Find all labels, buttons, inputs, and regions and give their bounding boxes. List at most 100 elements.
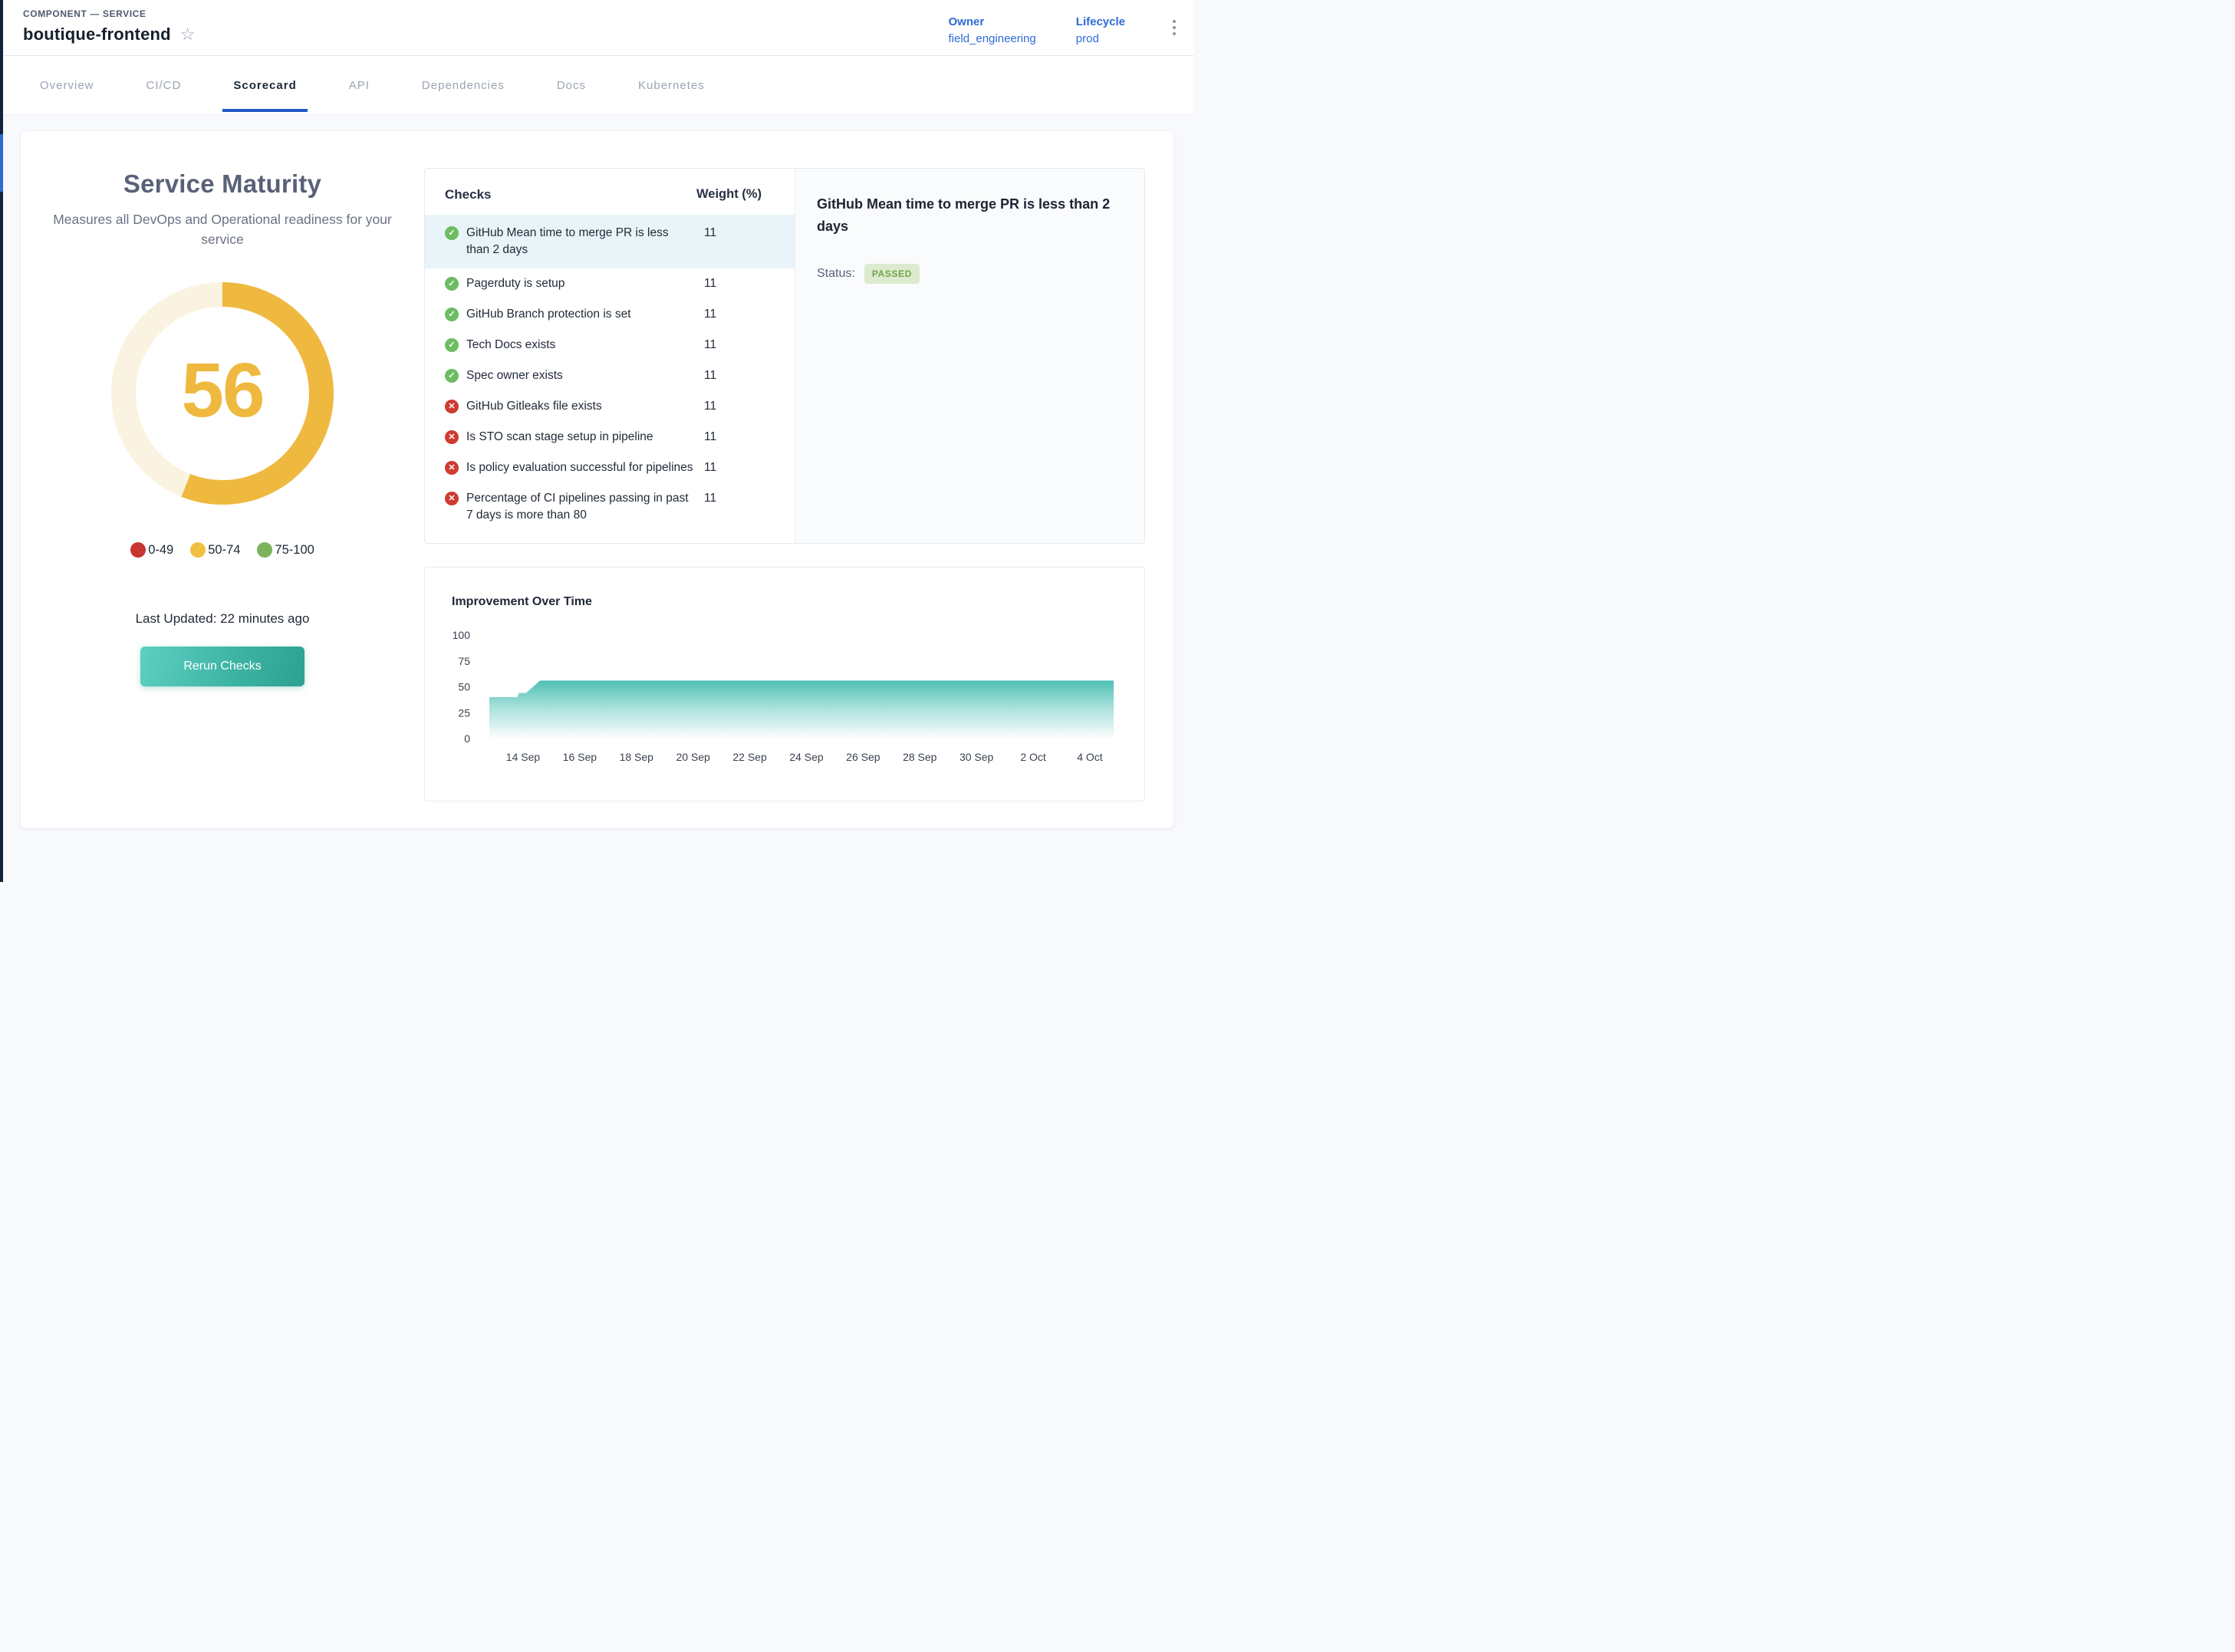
check-weight: 11 [704, 367, 787, 384]
status-label: Status: [817, 267, 855, 281]
score-legend: 0-49 50-74 75-100 [21, 542, 424, 558]
check-weight: 11 [704, 225, 787, 242]
maturity-donut-gauge: 56 [110, 281, 334, 505]
page-title: boutique-frontend [23, 25, 171, 44]
legend-item-75-100: 75-100 [257, 542, 314, 558]
tab-bar: Overview CI/CD Scorecard API Dependencies Doc… [0, 56, 1193, 114]
x-axis-tick-label: 20 Sep [676, 751, 710, 763]
check-weight: 11 [704, 275, 787, 292]
lifecycle-value[interactable]: prod [1076, 32, 1125, 45]
maturity-subtitle: Measures all DevOps and Operational read… [42, 209, 403, 249]
check-row[interactable]: ✓ GitHub Mean time to merge PR is less th… [425, 215, 795, 268]
meta-block-lifecycle: Lifecycle prod [1076, 15, 1125, 45]
x-axis-tick-label: 16 Sep [563, 751, 597, 763]
check-label: Is policy evaluation successful for pipe… [466, 459, 704, 476]
last-updated-text: Last Updated: 22 minutes ago [21, 611, 424, 627]
check-label: Tech Docs exists [466, 337, 704, 354]
lifecycle-label: Lifecycle [1076, 15, 1125, 28]
check-weight: 11 [704, 429, 787, 446]
y-axis-tick-label: 50 [458, 681, 470, 693]
check-row[interactable]: ✕ GitHub Gitleaks file exists11 [425, 391, 795, 422]
legend-dot-icon [257, 542, 272, 558]
rerun-checks-button[interactable]: Rerun Checks [140, 647, 304, 686]
x-axis-tick-label: 22 Sep [732, 751, 767, 763]
legend-dot-icon [130, 542, 146, 558]
tab-ci-cd[interactable]: CI/CD [136, 56, 193, 114]
legend-label: 0-49 [148, 543, 173, 558]
meta-block-owner: Owner field_engineering [949, 15, 1036, 45]
kebab-menu-icon[interactable] [1165, 15, 1183, 40]
tab-docs[interactable]: Docs [546, 56, 597, 114]
weight-column-header: Weight (%) [696, 187, 787, 202]
tab-dependencies[interactable]: Dependencies [411, 56, 515, 114]
y-axis-tick-label: 100 [453, 629, 471, 641]
check-label: Is STO scan stage setup in pipeline [466, 429, 704, 446]
legend-item-0-49: 0-49 [130, 542, 173, 558]
maturity-panel: Service Maturity Measures all DevOps and… [21, 131, 424, 828]
check-weight: 11 [704, 490, 787, 507]
check-detail-panel: GitHub Mean time to merge PR is less tha… [795, 169, 1144, 543]
x-axis-tick-label: 24 Sep [789, 751, 824, 763]
breadcrumb: COMPONENT — SERVICE [23, 8, 196, 19]
x-axis-tick-label: 2 Oct [1020, 751, 1046, 763]
check-passed-icon: ✓ [445, 226, 459, 240]
favorite-star-icon[interactable]: ☆ [180, 26, 196, 43]
check-passed-icon: ✓ [445, 277, 459, 291]
main-content: Service Maturity Measures all DevOps and… [0, 114, 1193, 828]
tab-scorecard[interactable]: Scorecard [222, 56, 307, 114]
check-failed-icon: ✕ [445, 461, 459, 475]
check-passed-icon: ✓ [445, 338, 459, 352]
check-detail-title: GitHub Mean time to merge PR is less tha… [817, 193, 1123, 238]
rail-scroll-indicator[interactable] [0, 134, 3, 192]
check-weight: 11 [704, 337, 787, 354]
check-failed-icon: ✕ [445, 430, 459, 444]
check-row[interactable]: ✕ Is STO scan stage setup in pipeline11 [425, 422, 795, 452]
legend-item-50-74: 50-74 [190, 542, 240, 558]
check-failed-icon: ✕ [445, 492, 459, 505]
check-weight: 11 [704, 306, 787, 323]
area-series-maturity-score [489, 680, 1114, 739]
checks-list-header: Checks Weight (%) [425, 187, 795, 215]
improvement-chart-box: Improvement Over Time 025507510014 Sep16… [424, 567, 1145, 801]
y-axis-tick-label: 25 [458, 706, 470, 719]
check-row[interactable]: ✓ Pagerduty is setup11 [425, 268, 795, 299]
x-axis-tick-label: 26 Sep [846, 751, 881, 763]
y-axis-tick-label: 75 [458, 655, 470, 667]
maturity-title: Service Maturity [21, 169, 424, 199]
checks-and-chart: Checks Weight (%) ✓ GitHub Mean time to m… [424, 168, 1145, 828]
legend-dot-icon [190, 542, 206, 558]
check-passed-icon: ✓ [445, 308, 459, 321]
check-passed-icon: ✓ [445, 369, 459, 383]
window-left-rail [0, 0, 3, 882]
check-row[interactable]: ✕ Percentage of CI pipelines passing in p… [425, 483, 795, 531]
check-row[interactable]: ✕ Is policy evaluation successful for pip… [425, 452, 795, 483]
improvement-area-chart: 0 25 50 75 100 14 Sep 16 Sep 18 Sep 20 Sep 22 Sep… [425, 568, 1144, 801]
check-row[interactable]: ✓ GitHub Branch protection is set11 [425, 299, 795, 330]
legend-label: 50-74 [208, 543, 240, 558]
check-label: Pagerduty is setup [466, 275, 704, 292]
x-axis-tick-label: 28 Sep [903, 751, 937, 763]
y-axis-tick-label: 0 [464, 732, 470, 745]
maturity-score-value: 56 [110, 347, 334, 435]
x-axis-tick-label: 18 Sep [620, 751, 654, 763]
check-label: GitHub Gitleaks file exists [466, 398, 704, 415]
tab-api[interactable]: API [338, 56, 380, 114]
owner-value[interactable]: field_engineering [949, 32, 1036, 45]
header-left: COMPONENT — SERVICE boutique-frontend ☆ [23, 8, 196, 55]
checks-column-header: Checks [445, 187, 696, 202]
status-badge: PASSED [864, 264, 920, 284]
tab-kubernetes[interactable]: Kubernetes [627, 56, 716, 114]
legend-label: 75-100 [275, 543, 314, 558]
check-label: GitHub Mean time to merge PR is less tha… [466, 225, 704, 258]
check-row[interactable]: ✓ Tech Docs exists11 [425, 330, 795, 360]
check-weight: 11 [704, 398, 787, 415]
x-axis-tick-label: 30 Sep [960, 751, 994, 763]
page-header: COMPONENT — SERVICE boutique-frontend ☆ … [0, 0, 1193, 56]
owner-label: Owner [949, 15, 1036, 28]
check-failed-icon: ✕ [445, 400, 459, 413]
check-label: Percentage of CI pipelines passing in pa… [466, 490, 704, 524]
x-axis-tick-label: 14 Sep [506, 751, 541, 763]
tab-overview[interactable]: Overview [29, 56, 105, 114]
check-row[interactable]: ✓Spec owner exists11 [425, 360, 795, 391]
check-label: GitHub Branch protection is set [466, 306, 704, 323]
